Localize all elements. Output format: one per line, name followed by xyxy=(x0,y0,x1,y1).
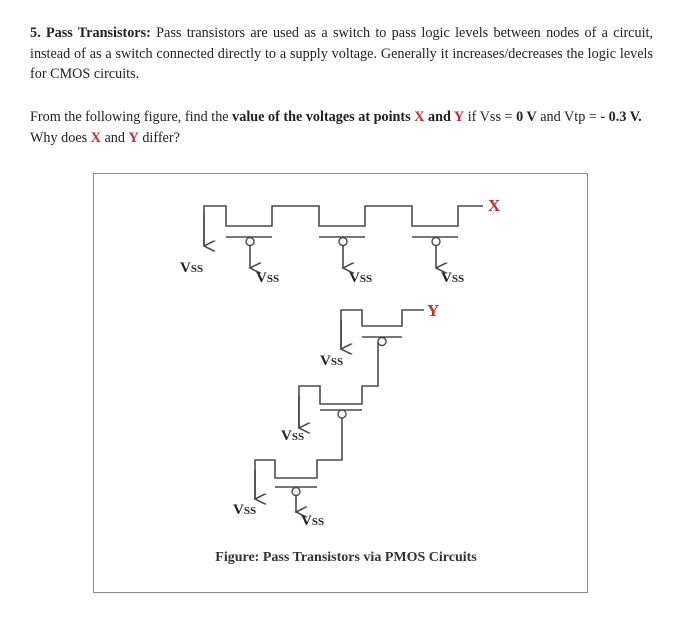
vss-label: VSS xyxy=(301,513,324,529)
pass-transistor-circuit: X VSS VSS VSS VSS Y VSS VSS VSS VSS Figu… xyxy=(180,196,501,565)
pmos-bubble xyxy=(338,236,348,247)
node-x-label: X xyxy=(488,196,501,215)
vss-label: VSS xyxy=(281,428,304,444)
pmos-bubble xyxy=(431,236,441,247)
pmos-bubble xyxy=(337,409,347,419)
pmos-bubble xyxy=(377,336,387,347)
pmos-bubble xyxy=(291,486,301,497)
vss-label: VSS xyxy=(233,502,256,518)
vss-label: VSS xyxy=(441,270,464,286)
vss-label: VSS xyxy=(180,260,203,276)
bottom-chain xyxy=(255,309,424,512)
figure-caption: Figure: Pass Transistors via PMOS Circui… xyxy=(215,550,477,565)
vss-label: VSS xyxy=(256,270,279,286)
pmos-bubble xyxy=(245,236,255,247)
node-y-label: Y xyxy=(427,301,439,320)
vss-label: VSS xyxy=(320,353,343,369)
vss-label: VSS xyxy=(349,270,372,286)
top-chain xyxy=(204,205,483,268)
